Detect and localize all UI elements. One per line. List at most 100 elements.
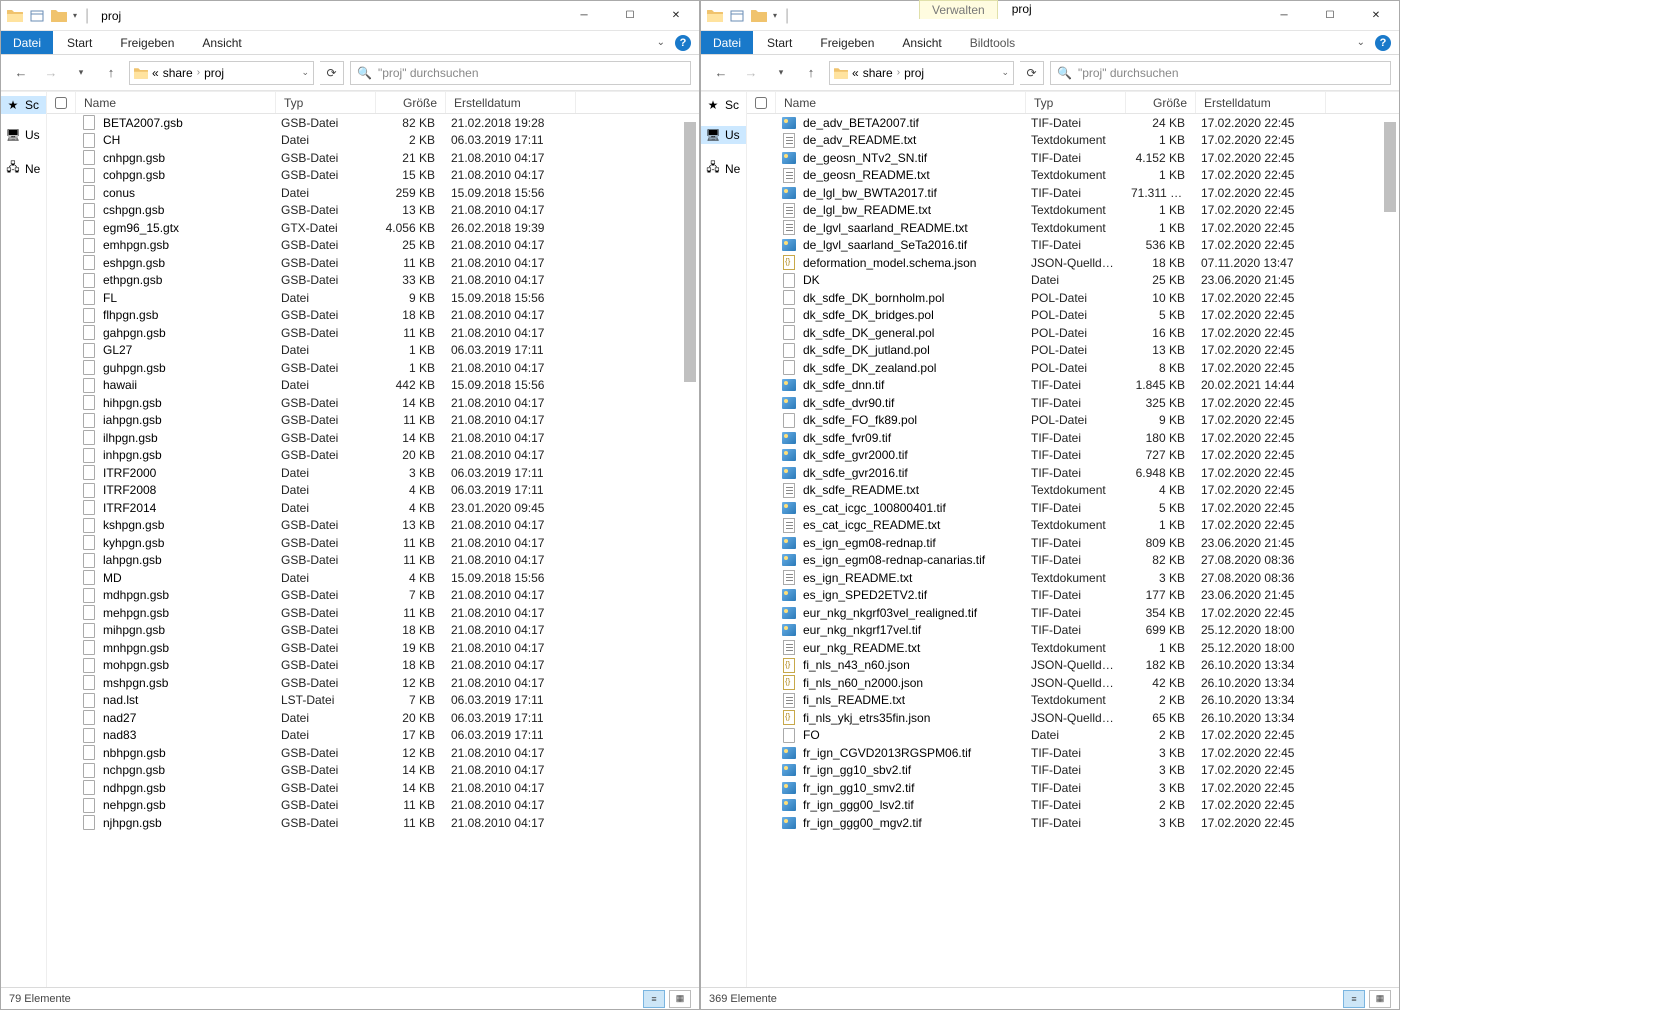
table-row[interactable]: dk_sdfe_fvr09.tifTIF-Datei180 KB17.02.20… [747, 429, 1399, 447]
table-row[interactable]: MDDatei4 KB15.09.2018 15:56 [47, 569, 699, 587]
address-bar[interactable]: « share › proj ⌄ [129, 61, 314, 85]
table-row[interactable]: de_adv_BETA2007.tifTIF-Datei24 KB17.02.2… [747, 114, 1399, 132]
navpane-item[interactable]: 🖥Us [1, 126, 46, 144]
table-row[interactable]: ndhpgn.gsbGSB-Datei14 KB21.08.2010 04:17 [47, 779, 699, 797]
nav-pane[interactable]: ★Sc 🖥Us 🖧Ne [1, 92, 47, 987]
table-row[interactable]: de_geosn_README.txtTextdokument1 KB17.02… [747, 167, 1399, 185]
view-details-button[interactable]: ≡ [1343, 990, 1365, 1008]
table-row[interactable]: fr_ign_ggg00_lsv2.tifTIF-Datei2 KB17.02.… [747, 797, 1399, 815]
col-name[interactable]: Name [76, 92, 276, 113]
titlebar[interactable]: ▾ | proj ─ ☐ ✕ [1, 1, 699, 31]
table-row[interactable]: fr_ign_ggg00_mgv2.tifTIF-Datei3 KB17.02.… [747, 814, 1399, 832]
address-dropdown-icon[interactable]: ⌄ [301, 67, 309, 78]
table-row[interactable]: es_ign_egm08-rednap.tifTIF-Datei809 KB23… [747, 534, 1399, 552]
refresh-button[interactable]: ⟳ [1020, 61, 1044, 85]
table-row[interactable]: cohpgn.gsbGSB-Datei15 KB21.08.2010 04:17 [47, 167, 699, 185]
table-row[interactable]: kshpgn.gsbGSB-Datei13 KB21.08.2010 04:17 [47, 517, 699, 535]
col-size[interactable]: Größe [1126, 92, 1196, 113]
crumb-share[interactable]: share [863, 66, 893, 80]
file-name-cell[interactable]: hihpgn.gsb [73, 395, 273, 411]
file-name-cell[interactable]: dk_sdfe_DK_bornholm.pol [773, 290, 1023, 306]
view-icons-button[interactable]: ▦ [669, 990, 691, 1008]
file-name-cell[interactable]: fr_ign_ggg00_mgv2.tif [773, 815, 1023, 831]
minimize-button[interactable]: ─ [1261, 1, 1307, 31]
table-row[interactable]: dk_sdfe_DK_zealand.polPOL-Datei8 KB17.02… [747, 359, 1399, 377]
file-name-cell[interactable]: de_geosn_NTv2_SN.tif [773, 150, 1023, 166]
file-name-cell[interactable]: eur_nkg_README.txt [773, 640, 1023, 656]
up-button[interactable]: ↑ [99, 61, 123, 85]
file-name-cell[interactable]: de_lgvl_saarland_README.txt [773, 220, 1023, 236]
file-name-cell[interactable]: cnhpgn.gsb [73, 150, 273, 166]
table-row[interactable]: de_lgl_bw_README.txtTextdokument1 KB17.0… [747, 202, 1399, 220]
nav-pane[interactable]: ★Sc 🖥Us 🖧Ne [701, 92, 747, 987]
file-name-cell[interactable]: ethpgn.gsb [73, 272, 273, 288]
file-name-cell[interactable]: ITRF2014 [73, 500, 273, 516]
back-button[interactable]: ← [709, 61, 733, 85]
table-row[interactable]: eshpgn.gsbGSB-Datei11 KB21.08.2010 04:17 [47, 254, 699, 272]
file-name-cell[interactable]: de_lgl_bw_README.txt [773, 202, 1023, 218]
qat-newfolder-icon[interactable] [751, 8, 767, 24]
file-name-cell[interactable]: fi_nls_README.txt [773, 692, 1023, 708]
table-row[interactable]: njhpgn.gsbGSB-Datei11 KB21.08.2010 04:17 [47, 814, 699, 832]
file-name-cell[interactable]: mdhpgn.gsb [73, 587, 273, 603]
table-row[interactable]: nbhpgn.gsbGSB-Datei12 KB21.08.2010 04:17 [47, 744, 699, 762]
table-row[interactable]: flhpgn.gsbGSB-Datei18 KB21.08.2010 04:17 [47, 307, 699, 325]
file-name-cell[interactable]: es_ign_egm08-rednap.tif [773, 535, 1023, 551]
file-name-cell[interactable]: MD [73, 570, 273, 586]
file-name-cell[interactable]: cshpgn.gsb [73, 202, 273, 218]
file-name-cell[interactable]: emhpgn.gsb [73, 237, 273, 253]
table-row[interactable]: nchpgn.gsbGSB-Datei14 KB21.08.2010 04:17 [47, 762, 699, 780]
file-name-cell[interactable]: eur_nkg_nkgrf03vel_realigned.tif [773, 605, 1023, 621]
table-row[interactable]: lahpgn.gsbGSB-Datei11 KB21.08.2010 04:17 [47, 552, 699, 570]
navpane-item[interactable]: 🖥Us [701, 126, 746, 144]
file-name-cell[interactable]: dk_sdfe_DK_zealand.pol [773, 360, 1023, 376]
table-row[interactable]: dk_sdfe_dnn.tifTIF-Datei1.845 KB20.02.20… [747, 377, 1399, 395]
table-row[interactable]: eur_nkg_nkgrf17vel.tifTIF-Datei699 KB25.… [747, 622, 1399, 640]
forward-button[interactable]: → [39, 61, 63, 85]
history-dropdown-icon[interactable]: ▾ [769, 61, 793, 85]
table-row[interactable]: eur_nkg_README.txtTextdokument1 KB25.12.… [747, 639, 1399, 657]
file-name-cell[interactable]: fi_nls_n60_n2000.json [773, 675, 1023, 691]
qat-dropdown-icon[interactable]: ▾ [773, 11, 777, 20]
col-checkbox[interactable] [47, 92, 76, 113]
select-all-checkbox[interactable] [55, 97, 67, 109]
table-row[interactable]: es_cat_icgc_100800401.tifTIF-Datei5 KB17… [747, 499, 1399, 517]
tab-bildtools[interactable]: Bildtools [956, 31, 1029, 54]
file-name-cell[interactable]: es_cat_icgc_100800401.tif [773, 500, 1023, 516]
ribbon-expand-icon[interactable]: ⌄ [1357, 37, 1365, 48]
view-details-button[interactable]: ≡ [643, 990, 665, 1008]
file-name-cell[interactable]: es_ign_egm08-rednap-canarias.tif [773, 552, 1023, 568]
refresh-button[interactable]: ⟳ [320, 61, 344, 85]
file-name-cell[interactable]: egm96_15.gtx [73, 220, 273, 236]
file-name-cell[interactable]: dk_sdfe_dvr90.tif [773, 395, 1023, 411]
crumb-pre[interactable]: « [852, 66, 859, 80]
crumb-pre[interactable]: « [152, 66, 159, 80]
file-name-cell[interactable]: FL [73, 290, 273, 306]
file-name-cell[interactable]: nad83 [73, 727, 273, 743]
table-row[interactable]: dk_sdfe_DK_jutland.polPOL-Datei13 KB17.0… [747, 342, 1399, 360]
table-row[interactable]: FLDatei9 KB15.09.2018 15:56 [47, 289, 699, 307]
table-row[interactable]: nad.lstLST-Datei7 KB06.03.2019 17:11 [47, 692, 699, 710]
col-date[interactable]: Erstelldatum [1196, 92, 1326, 113]
file-name-cell[interactable]: dk_sdfe_DK_jutland.pol [773, 342, 1023, 358]
table-row[interactable]: dk_sdfe_README.txtTextdokument4 KB17.02.… [747, 482, 1399, 500]
tab-start[interactable]: Start [53, 31, 106, 54]
address-bar[interactable]: « share › proj ⌄ [829, 61, 1014, 85]
table-row[interactable]: de_geosn_NTv2_SN.tifTIF-Datei4.152 KB17.… [747, 149, 1399, 167]
minimize-button[interactable]: ─ [561, 1, 607, 31]
file-name-cell[interactable]: fr_ign_gg10_sbv2.tif [773, 762, 1023, 778]
file-name-cell[interactable]: dk_sdfe_dnn.tif [773, 377, 1023, 393]
table-row[interactable]: fi_nls_n43_n60.jsonJSON-Quelldatei182 KB… [747, 657, 1399, 675]
file-name-cell[interactable]: gahpgn.gsb [73, 325, 273, 341]
tab-file[interactable]: Datei [1, 31, 53, 54]
file-name-cell[interactable]: fr_ign_ggg00_lsv2.tif [773, 797, 1023, 813]
file-name-cell[interactable]: es_ign_SPED2ETV2.tif [773, 587, 1023, 603]
crumb-proj[interactable]: proj [904, 66, 924, 80]
file-name-cell[interactable]: CH [73, 132, 273, 148]
file-name-cell[interactable]: es_ign_README.txt [773, 570, 1023, 586]
table-row[interactable]: deformation_model.schema.jsonJSON-Quelld… [747, 254, 1399, 272]
tab-view[interactable]: Ansicht [888, 31, 955, 54]
file-name-cell[interactable]: deformation_model.schema.json [773, 255, 1023, 271]
file-name-cell[interactable]: nad27 [73, 710, 273, 726]
file-name-cell[interactable]: cohpgn.gsb [73, 167, 273, 183]
